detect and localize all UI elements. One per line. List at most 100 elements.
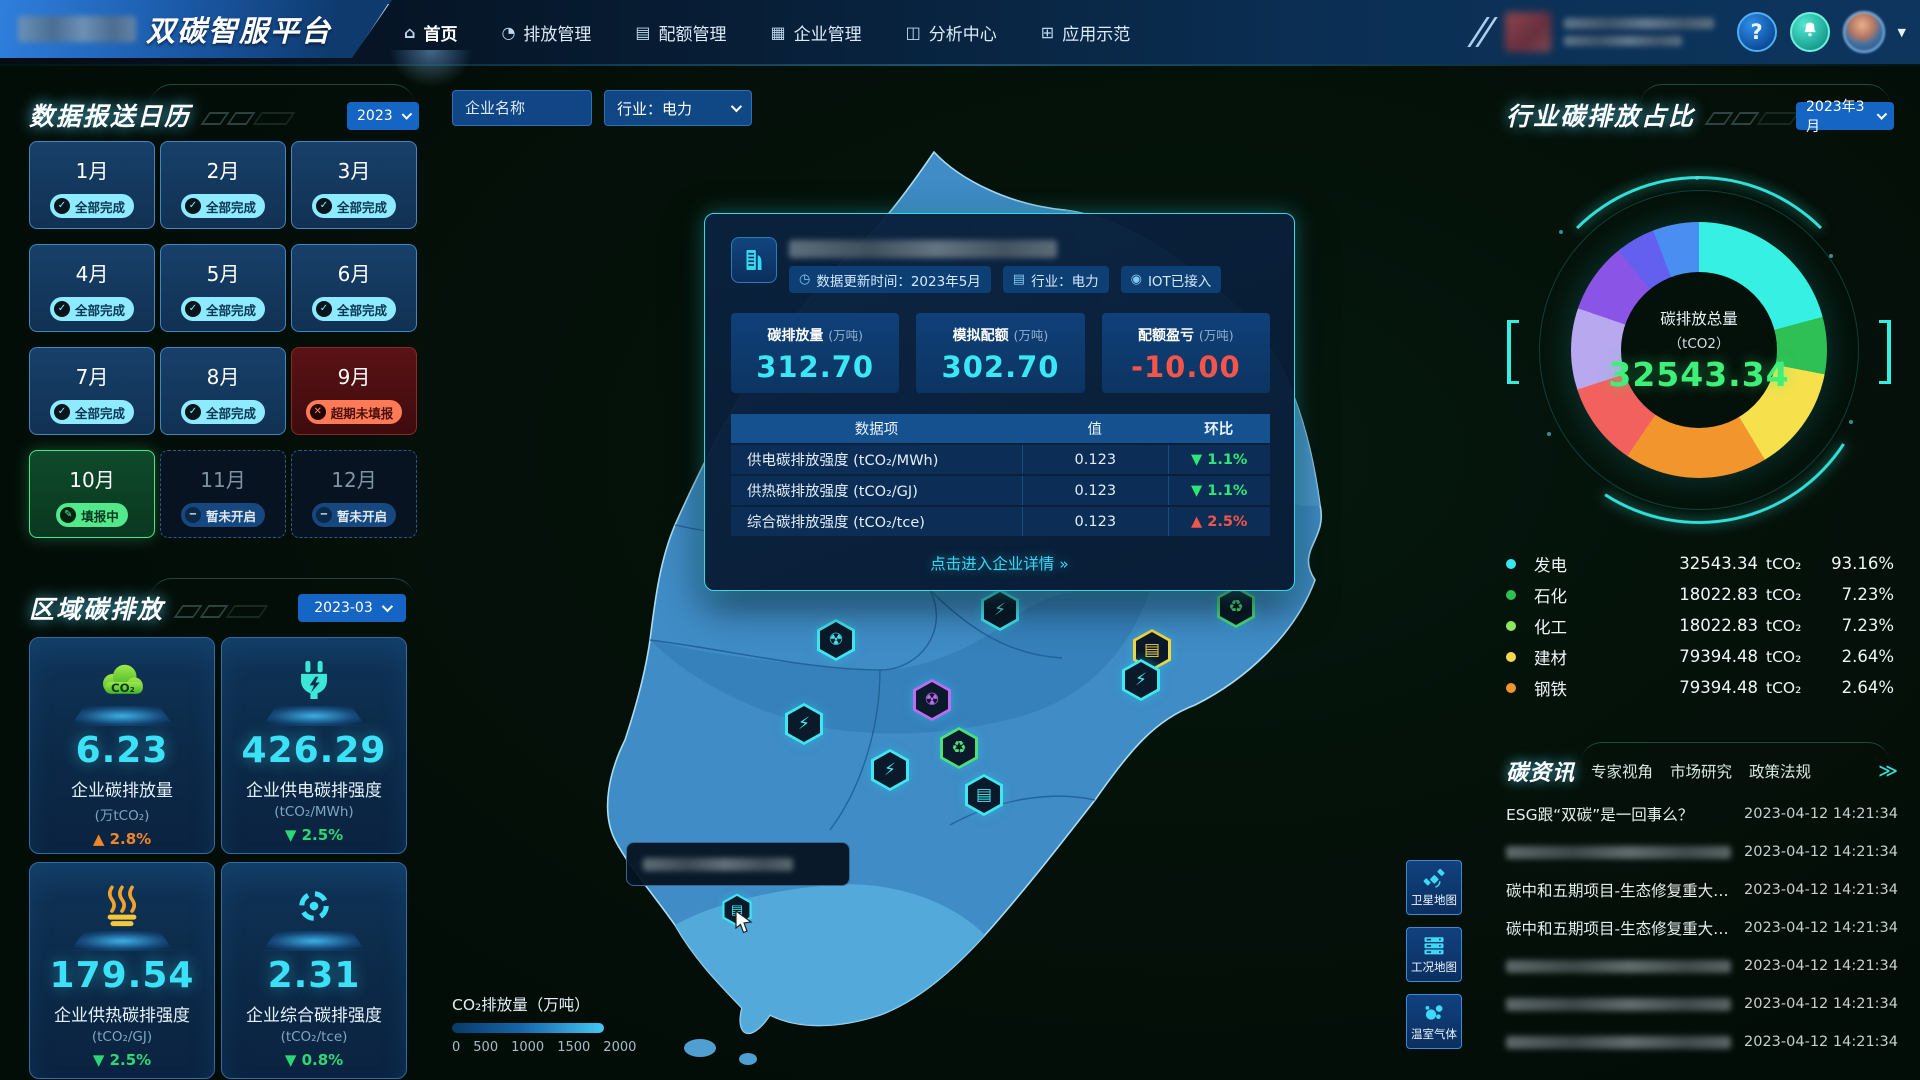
month-card-1月[interactable]: 1月 ✓全部完成: [29, 141, 155, 229]
region-metric-card[interactable]: CO₂ 6.23 企业碳排放量 (万tCO₂) ▲ 2.8%: [29, 637, 215, 854]
news-item[interactable]: 2023-04-12 14:21:34: [1506, 985, 1898, 1023]
industry-filter-dropdown[interactable]: 行业：电力: [604, 90, 752, 126]
gas-icon: [1422, 1002, 1446, 1024]
month-card-12月[interactable]: 12月 −暂未开启: [291, 450, 417, 538]
region-metric-card[interactable]: 426.29 企业供电碳排强度 (tCO₂/MWh) ▼ 2.5%: [221, 637, 407, 854]
region-cards: CO₂ 6.23 企业碳排放量 (万tCO₂) ▲ 2.8% 426.29 企业…: [29, 637, 417, 1079]
nav-item-5[interactable]: ⊞ 应用示范: [1041, 20, 1130, 45]
legend-value: 79394.48: [1630, 647, 1758, 666]
decor-slashes: [1477, 17, 1488, 47]
dashboard: ☢ ⚡ ♻ ▤ ⚡ ☢ ⚡ ♻ ⚡ ▤: [0, 0, 1920, 1080]
help-button[interactable]: ?: [1737, 12, 1777, 52]
legend-percent: 2.64%: [1816, 647, 1894, 666]
legend-row-石化[interactable]: 石化 18022.83 tCO₂ 7.23%: [1506, 579, 1894, 610]
legend-row-化工[interactable]: 化工 18022.83 tCO₂ 7.23%: [1506, 610, 1894, 641]
nav-item-0[interactable]: ⌂ 首页: [404, 20, 457, 45]
layer-button-工况地图[interactable]: 工况地图: [1406, 927, 1462, 982]
month-card-7月[interactable]: 7月 ✓全部完成: [29, 347, 155, 435]
news-tab-2[interactable]: 政策法规: [1749, 760, 1811, 782]
legend-tick: 500: [473, 1040, 498, 1055]
metric-delta: ▲ 2.8%: [30, 830, 214, 848]
notifications-button[interactable]: [1790, 12, 1830, 52]
month-card-6月[interactable]: 6月 ✓全部完成: [291, 244, 417, 332]
region-metric-card[interactable]: 2.31 企业综合碳排强度 (tCO₂/tce) ▼ 0.8%: [221, 862, 407, 1079]
nav-item-2[interactable]: ▤ 配额管理: [635, 20, 726, 45]
map-marker[interactable]: ⚡: [981, 589, 1019, 631]
pedestal-glow: [262, 706, 366, 726]
legend-row-发电[interactable]: 发电 32543.34 tCO₂ 93.16%: [1506, 548, 1894, 579]
decor-bracket: [1507, 320, 1519, 384]
enterprise-detail-link[interactable]: 点击进入企业详情 »: [705, 552, 1294, 574]
caret-down-icon[interactable]: ▼: [1898, 26, 1906, 39]
month-card-3月[interactable]: 3月 ✓全部完成: [291, 141, 417, 229]
layer-button-温室气体[interactable]: 温室气体: [1406, 994, 1462, 1049]
table-row[interactable]: 供热碳排放强度 (tCO₂/GJ) 0.123 ▼ 1.1%: [731, 476, 1270, 505]
map-legend: CO₂排放量（万吨） 0500100015002000: [452, 993, 636, 1055]
map-legend-ticks: 0500100015002000: [452, 1040, 636, 1055]
layer-button-卫星地图[interactable]: 卫星地图: [1406, 860, 1462, 915]
metric-unit: (tCO₂/GJ): [30, 1029, 214, 1045]
news-item[interactable]: 2023-04-12 14:21:34: [1506, 1023, 1898, 1061]
map-marker[interactable]: ⚡: [871, 749, 909, 791]
news-more-link[interactable]: ≫: [1878, 760, 1898, 782]
user-avatar[interactable]: [1843, 11, 1885, 53]
table-row[interactable]: 供电碳排放强度 (tCO₂/MWh) 0.123 ▼ 1.1%: [731, 445, 1270, 474]
table-cell-item: 供热碳排放强度 (tCO₂/GJ): [731, 476, 1022, 505]
month-card-5月[interactable]: 5月 ✓全部完成: [160, 244, 286, 332]
news-header: 碳资讯 专家视角市场研究政策法规 ≫: [1506, 755, 1898, 787]
map-marker[interactable]: ♻: [940, 727, 978, 769]
company-search-input[interactable]: [452, 90, 592, 126]
legend-value: 79394.48: [1630, 678, 1758, 697]
legend-name: 钢铁: [1534, 676, 1630, 700]
month-card-9月[interactable]: 9月 ✕超期未填报: [291, 347, 417, 435]
check-icon: ✓: [54, 198, 70, 214]
region-metric-card[interactable]: 179.54 企业供热碳排强度 (tCO₂/GJ) ▼ 2.5%: [29, 862, 215, 1079]
map-marker[interactable]: ⚡: [785, 703, 823, 745]
nav-item-1[interactable]: ◔ 排放管理: [501, 20, 591, 45]
news-tab-1[interactable]: 市场研究: [1670, 760, 1732, 782]
redacted-company-name: [789, 240, 1057, 258]
month-card-11月[interactable]: 11月 −暂未开启: [160, 450, 286, 538]
metric-value: 426.29: [222, 730, 406, 771]
popup-tags: ◷数据更新时间：2023年5月 ▤行业：电力 ◉IOT已接入: [789, 266, 1221, 293]
news-tab-0[interactable]: 专家视角: [1591, 760, 1653, 782]
legend-dot: [1506, 559, 1516, 569]
map-legend-title: CO₂排放量（万吨）: [452, 993, 636, 1015]
nav-item-3[interactable]: ▦ 企业管理: [771, 20, 862, 45]
month-card-4月[interactable]: 4月 ✓全部完成: [29, 244, 155, 332]
news-item[interactable]: 2023-04-12 14:21:34: [1506, 947, 1898, 985]
month-card-8月[interactable]: 8月 ✓全部完成: [160, 347, 286, 435]
news-item[interactable]: 碳中和五期项目-生态修复重大工程... 2023-04-12 14:21:34: [1506, 871, 1898, 909]
redacted-tooltip-text: [643, 858, 793, 871]
svg-text:CO₂: CO₂: [111, 681, 135, 695]
demo-icon: ⊞: [1041, 23, 1054, 42]
legend-row-钢铁[interactable]: 钢铁 79394.48 tCO₂ 2.64%: [1506, 672, 1894, 703]
region-month-dropdown[interactable]: 2023-03: [298, 594, 406, 622]
map-marker[interactable]: ▤: [965, 774, 1003, 816]
legend-value: 18022.83: [1630, 616, 1758, 635]
industry-legend: 发电 32543.34 tCO₂ 93.16% 石化 18022.83 tCO₂…: [1506, 548, 1894, 703]
news-item[interactable]: ESG跟“双碳”是一回事么？ 2023-04-12 14:21:34: [1506, 795, 1898, 833]
map-marker[interactable]: ☢: [913, 679, 951, 721]
map-marker[interactable]: ♻: [1217, 586, 1255, 628]
status-badge: −暂未开启: [312, 503, 396, 527]
month-card-2月[interactable]: 2月 ✓全部完成: [160, 141, 286, 229]
legend-row-建材[interactable]: 建材 79394.48 tCO₂ 2.64%: [1506, 641, 1894, 672]
status-badge: ✓全部完成: [312, 297, 396, 321]
server-icon: [1422, 935, 1446, 957]
news-item[interactable]: 2023-04-12 14:21:34: [1506, 833, 1898, 871]
month-card-10月[interactable]: 10月 ✎填报中: [29, 450, 155, 538]
news-item[interactable]: 碳中和五期项目-生态修复重大工程 2023-04-12 14:21:34: [1506, 909, 1898, 947]
map-marker[interactable]: ⚡: [1122, 659, 1160, 701]
industry-month-dropdown[interactable]: 2023年3月: [1796, 102, 1894, 130]
iot-icon: ◉: [1131, 272, 1142, 287]
donut-center-value: 32543.34: [1608, 355, 1789, 394]
check-icon: ✓: [54, 404, 70, 420]
table-row[interactable]: 综合碳排放强度 (tCO₂/tce) 0.123 ▲ 2.5%: [731, 507, 1270, 536]
nav-item-4[interactable]: ◫ 分析中心: [906, 20, 997, 45]
calendar-year-dropdown[interactable]: 2023: [347, 102, 419, 130]
map-marker[interactable]: ☢: [817, 619, 855, 661]
news-list: ESG跟“双碳”是一回事么？ 2023-04-12 14:21:34 2023-…: [1506, 795, 1898, 1061]
doc-icon: ▤: [976, 787, 992, 804]
co2-cloud-icon: CO₂: [30, 652, 214, 704]
